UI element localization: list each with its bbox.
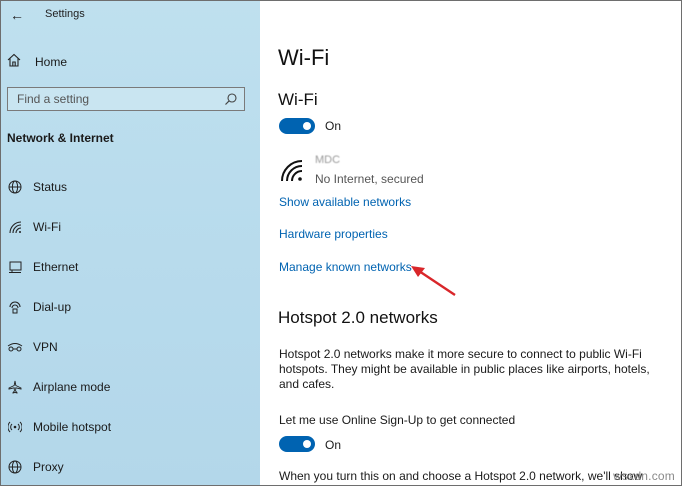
sidebar-item-label: Dial-up xyxy=(33,300,72,314)
sidebar-item-status[interactable]: Status xyxy=(7,177,67,197)
sidebar-item-mobile-hotspot[interactable]: Mobile hotspot xyxy=(7,417,111,437)
wifi-toggle[interactable] xyxy=(279,118,315,134)
sidebar-item-label: Wi-Fi xyxy=(33,220,61,234)
sidebar-item-label: Status xyxy=(33,180,68,194)
globe-icon xyxy=(7,179,23,195)
search-icon[interactable] xyxy=(224,92,238,111)
page-title: Wi-Fi xyxy=(278,45,330,70)
dialup-icon xyxy=(7,299,23,315)
hotspot-footer-text: When you turn this on and choose a Hotsp… xyxy=(279,469,643,483)
hotspot-description: Hotspot 2.0 networks make it more secure… xyxy=(279,347,650,391)
sidebar-item-vpn[interactable]: VPN xyxy=(7,337,58,357)
hardware-properties-link[interactable]: Hardware properties xyxy=(279,227,388,241)
manage-known-networks-link[interactable]: Manage known networks xyxy=(279,260,412,274)
online-signup-label: Let me use Online Sign-Up to get connect… xyxy=(279,413,516,427)
network-status: No Internet, secured xyxy=(315,172,424,186)
sidebar-item-label: Proxy xyxy=(33,460,64,474)
title-bar: ← Settings xyxy=(1,1,260,29)
wifi-network-icon xyxy=(280,159,304,188)
red-arrow-annotation xyxy=(407,263,459,304)
window-title: Settings xyxy=(45,8,85,20)
settings-window: ← Settings Home Find a setting Network &… xyxy=(0,0,682,486)
search-input[interactable]: Find a setting xyxy=(7,87,245,111)
globe-icon xyxy=(7,459,23,475)
sidebar-item-wifi[interactable]: Wi-Fi xyxy=(7,217,61,237)
online-signup-toggle[interactable] xyxy=(279,436,315,452)
home-nav-item[interactable]: Home xyxy=(7,53,67,71)
sidebar-item-label: VPN xyxy=(33,340,58,354)
back-button[interactable]: ← xyxy=(10,7,24,23)
vpn-icon xyxy=(7,339,23,355)
hotspot-icon xyxy=(7,419,23,435)
sidebar-item-dialup[interactable]: Dial-up xyxy=(7,297,71,317)
home-label: Home xyxy=(35,55,68,69)
sidebar: ← Settings Home Find a setting Network &… xyxy=(1,1,260,485)
online-signup-toggle-label: On xyxy=(325,438,342,452)
ethernet-icon xyxy=(7,259,23,275)
airplane-icon xyxy=(7,379,23,395)
sidebar-item-ethernet[interactable]: Ethernet xyxy=(7,257,78,277)
wifi-icon xyxy=(7,219,23,235)
toggle-knob xyxy=(303,122,311,130)
sidebar-item-label: Ethernet xyxy=(33,260,79,274)
section-title: Network & Internet xyxy=(7,131,114,145)
sidebar-item-label: Mobile hotspot xyxy=(33,420,112,434)
sidebar-item-label: Airplane mode xyxy=(33,380,111,394)
toggle-knob xyxy=(303,440,311,448)
show-available-networks-link[interactable]: Show available networks xyxy=(279,195,411,209)
wifi-toggle-label: On xyxy=(325,119,342,133)
sidebar-item-proxy[interactable]: Proxy xyxy=(7,457,64,477)
sidebar-item-airplane[interactable]: Airplane mode xyxy=(7,377,110,397)
search-placeholder: Find a setting xyxy=(17,92,90,106)
network-name: MDC xyxy=(315,154,341,166)
main-panel: Wi-Fi Wi-Fi On MDC No Internet, secured … xyxy=(260,1,681,485)
home-icon xyxy=(7,53,21,72)
watermark: wsxdn.com xyxy=(613,469,675,483)
hotspot-section-heading: Hotspot 2.0 networks xyxy=(278,308,438,327)
wifi-section-heading: Wi-Fi xyxy=(278,90,318,109)
